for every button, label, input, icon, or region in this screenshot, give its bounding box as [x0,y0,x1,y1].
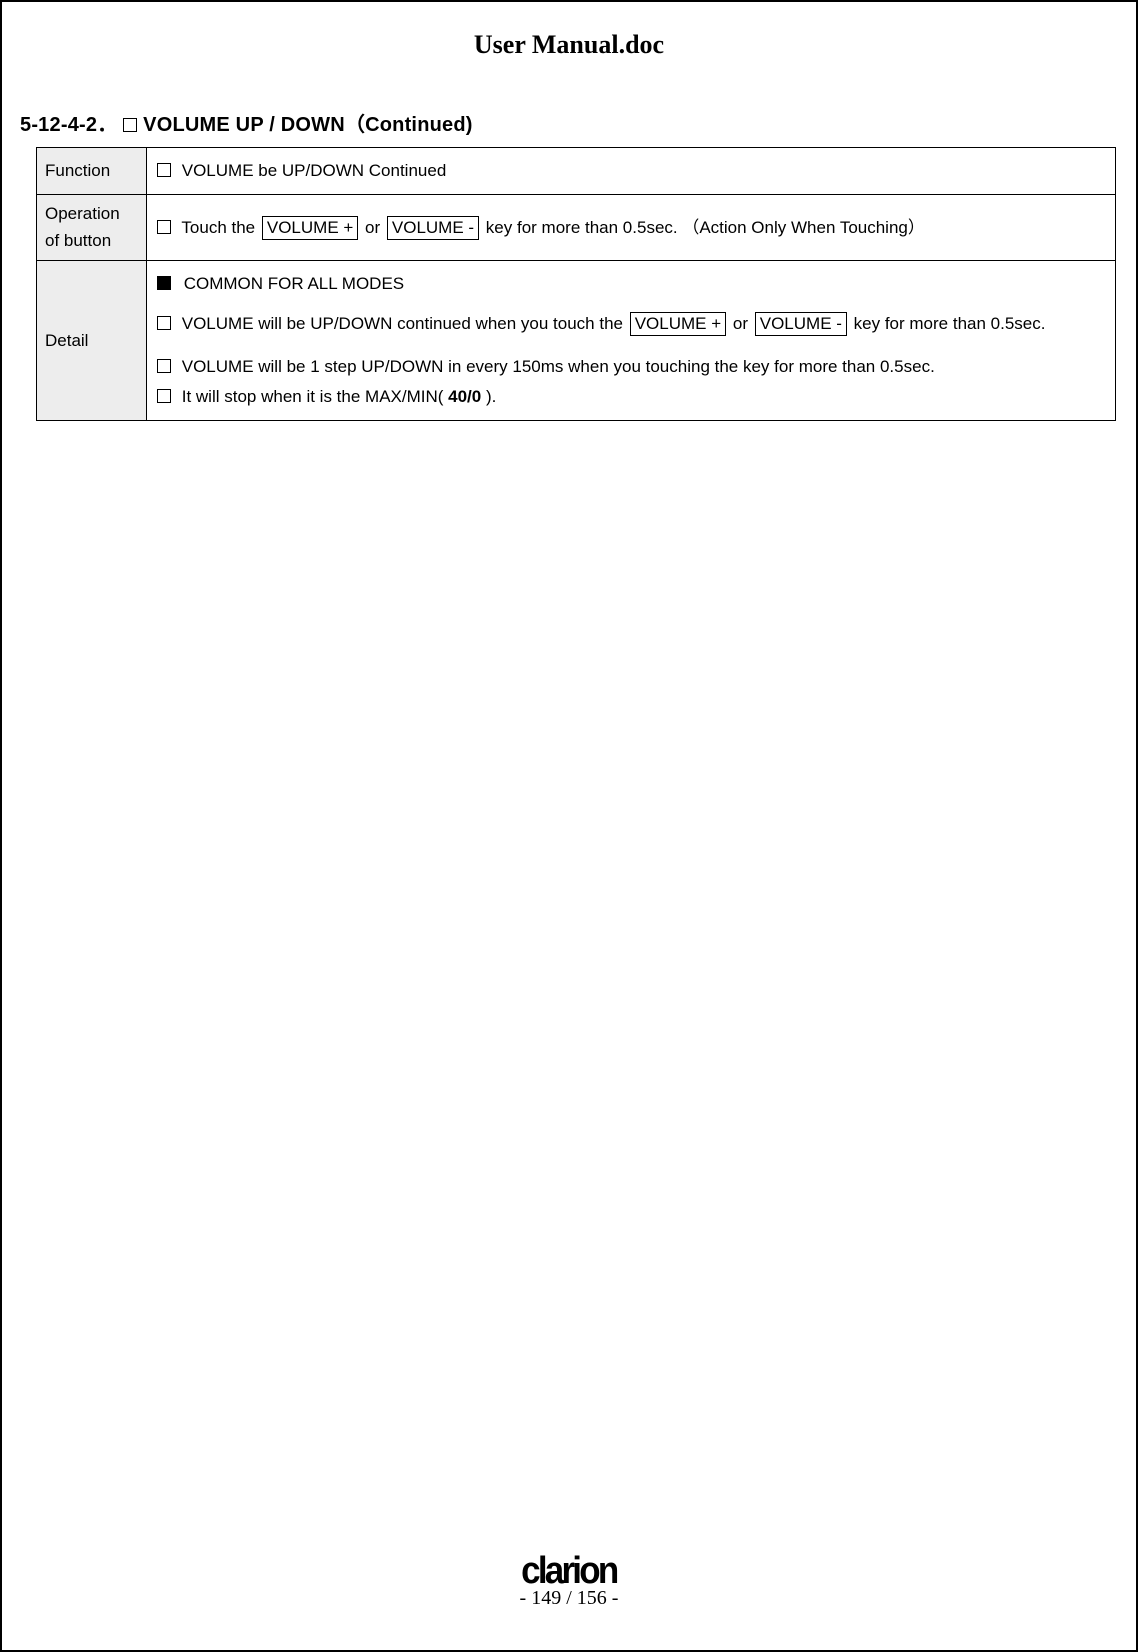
square-outline-icon [123,118,137,132]
op-mid: or [360,218,385,237]
row-function: Function VOLUME be UP/DOWN Continued [37,148,1116,195]
brand-text: clarion [521,1550,616,1592]
doc-title: User Manual.doc [12,30,1126,60]
label-operation-l2: of button [45,231,111,250]
label-detail: Detail [37,261,147,421]
label-operation-l1: Operation [45,204,120,223]
document-page: User Manual.doc 5-12-4-2． VOLUME UP / DO… [0,0,1138,1652]
label-function: Function [37,148,147,195]
cell-operation: Touch the VOLUME + or VOLUME - key for m… [147,195,1116,261]
detail-l3-post: ). [481,387,496,406]
label-operation: Operation of button [37,195,147,261]
detail-common: COMMON FOR ALL MODES [184,274,404,293]
square-outline-icon [157,359,171,373]
detail-l3-bold: 40/0 [448,387,481,406]
square-outline-icon [157,220,171,234]
section-title: VOLUME UP / DOWN（Continued) [143,114,472,136]
key-volume-plus: VOLUME + [262,216,358,240]
spec-table: Function VOLUME be UP/DOWN Continued Ope… [36,147,1116,421]
key-volume-plus: VOLUME + [630,312,726,336]
square-solid-icon [157,276,171,290]
detail-l1-post: key for more than 0.5sec. [849,314,1046,333]
row-operation: Operation of button Touch the VOLUME + o… [37,195,1116,261]
section-heading: 5-12-4-2． VOLUME UP / DOWN（Continued) [20,108,1126,137]
detail-l3-pre: It will stop when it is the MAX/MIN( [182,387,448,406]
square-outline-icon [157,389,171,403]
detail-l2: VOLUME will be 1 step UP/DOWN in every 1… [182,357,935,376]
page-footer: clarion - 149 / 156 - [2,1550,1136,1610]
section-number: 5-12-4-2． [20,114,117,136]
function-text: VOLUME be UP/DOWN Continued [182,161,447,180]
key-volume-minus: VOLUME - [755,312,847,336]
detail-l1-mid: or [728,314,753,333]
square-outline-icon [157,316,171,330]
op-post: key for more than 0.5sec. （Action Only W… [481,218,925,237]
row-detail: Detail COMMON FOR ALL MODES VOLUME will … [37,261,1116,421]
brand-logo: clarion [521,1550,616,1593]
cell-detail: COMMON FOR ALL MODES VOLUME will be UP/D… [147,261,1116,421]
detail-l1-pre: VOLUME will be UP/DOWN continued when yo… [182,314,628,333]
square-outline-icon [157,163,171,177]
op-pre: Touch the [181,218,259,237]
key-volume-minus: VOLUME - [387,216,479,240]
cell-function: VOLUME be UP/DOWN Continued [147,148,1116,195]
